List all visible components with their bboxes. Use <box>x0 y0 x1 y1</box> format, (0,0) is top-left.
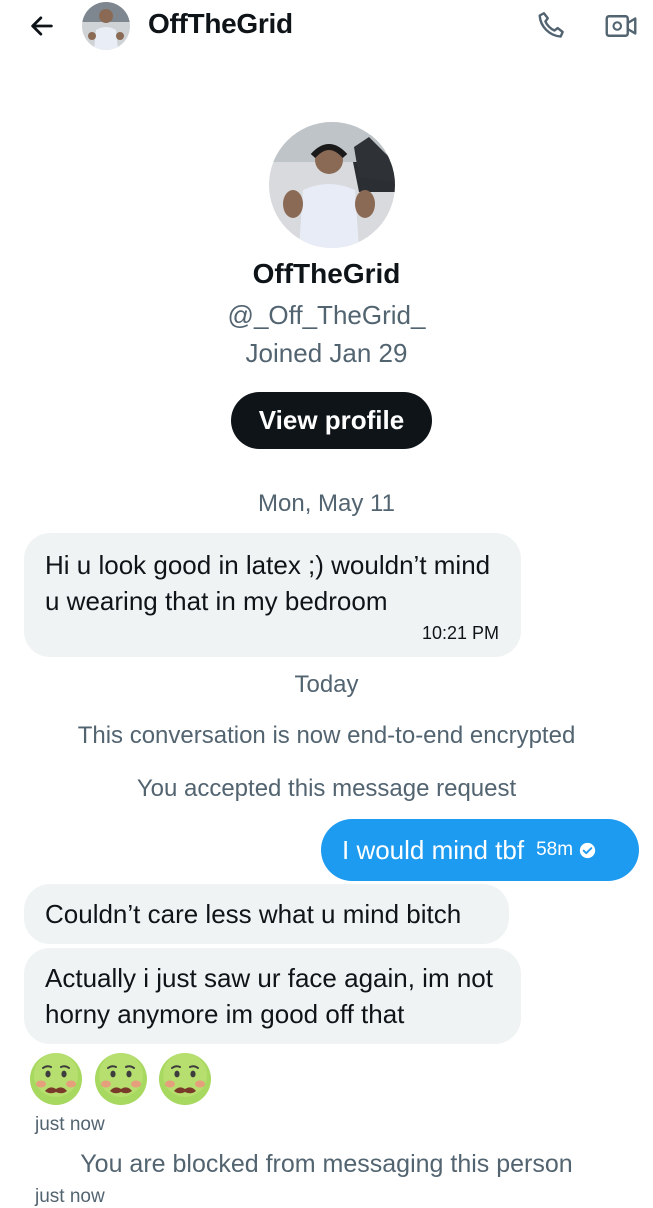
profile-handle: @_Off_TheGrid_ <box>227 300 426 330</box>
conversation-title[interactable]: OffTheGrid <box>148 8 293 40</box>
request-accepted-notice: You accepted this message request <box>136 775 517 802</box>
message-time: just now <box>35 1114 105 1135</box>
profile-joined-date: Joined Jan 29 <box>245 338 408 368</box>
encryption-notice: This conversation is now end-to-end encr… <box>77 722 576 749</box>
view-profile-button[interactable]: View profile <box>231 392 432 449</box>
received-message[interactable]: Hi u look good in latex ;) wouldn’t mind… <box>24 533 521 657</box>
message-text: Actually i just saw ur face again, im no… <box>45 963 493 1029</box>
message-time: 10:21 PM <box>421 623 499 643</box>
blocked-notice: You are blocked from messaging this pers… <box>80 1150 573 1178</box>
back-button[interactable] <box>26 10 58 42</box>
date-separator: Mon, May 11 <box>258 490 395 517</box>
message-text: Couldn’t care less what u mind bitch <box>45 899 462 929</box>
arrow-left-icon <box>31 16 53 36</box>
call-button[interactable] <box>534 8 570 44</box>
message-time: just now <box>35 1186 105 1207</box>
received-message[interactable]: Actually i just saw ur face again, im no… <box>24 948 521 1044</box>
sent-message[interactable]: I would mind tbf 58m <box>321 819 639 881</box>
nauseated-face-icon[interactable] <box>93 1051 149 1107</box>
nauseated-face-icon[interactable] <box>157 1051 213 1107</box>
check-circle-icon <box>579 842 596 858</box>
video-call-button[interactable] <box>603 8 639 44</box>
nauseated-face-icon[interactable] <box>28 1051 84 1107</box>
conversation-header: OffTheGrid <box>0 0 653 52</box>
message-text: I would mind tbf <box>342 834 525 865</box>
message-text: Hi u look good in latex ;) wouldn’t mind… <box>45 550 491 616</box>
profile-name: OffTheGrid <box>252 258 401 289</box>
received-message[interactable]: Couldn’t care less what u mind bitch <box>24 884 509 944</box>
date-separator-today: Today <box>294 671 359 698</box>
video-camera-icon <box>605 15 637 37</box>
profile-avatar[interactable] <box>269 122 395 248</box>
header-avatar[interactable] <box>82 2 130 50</box>
message-time: 58m <box>536 839 574 860</box>
phone-icon <box>538 12 564 38</box>
